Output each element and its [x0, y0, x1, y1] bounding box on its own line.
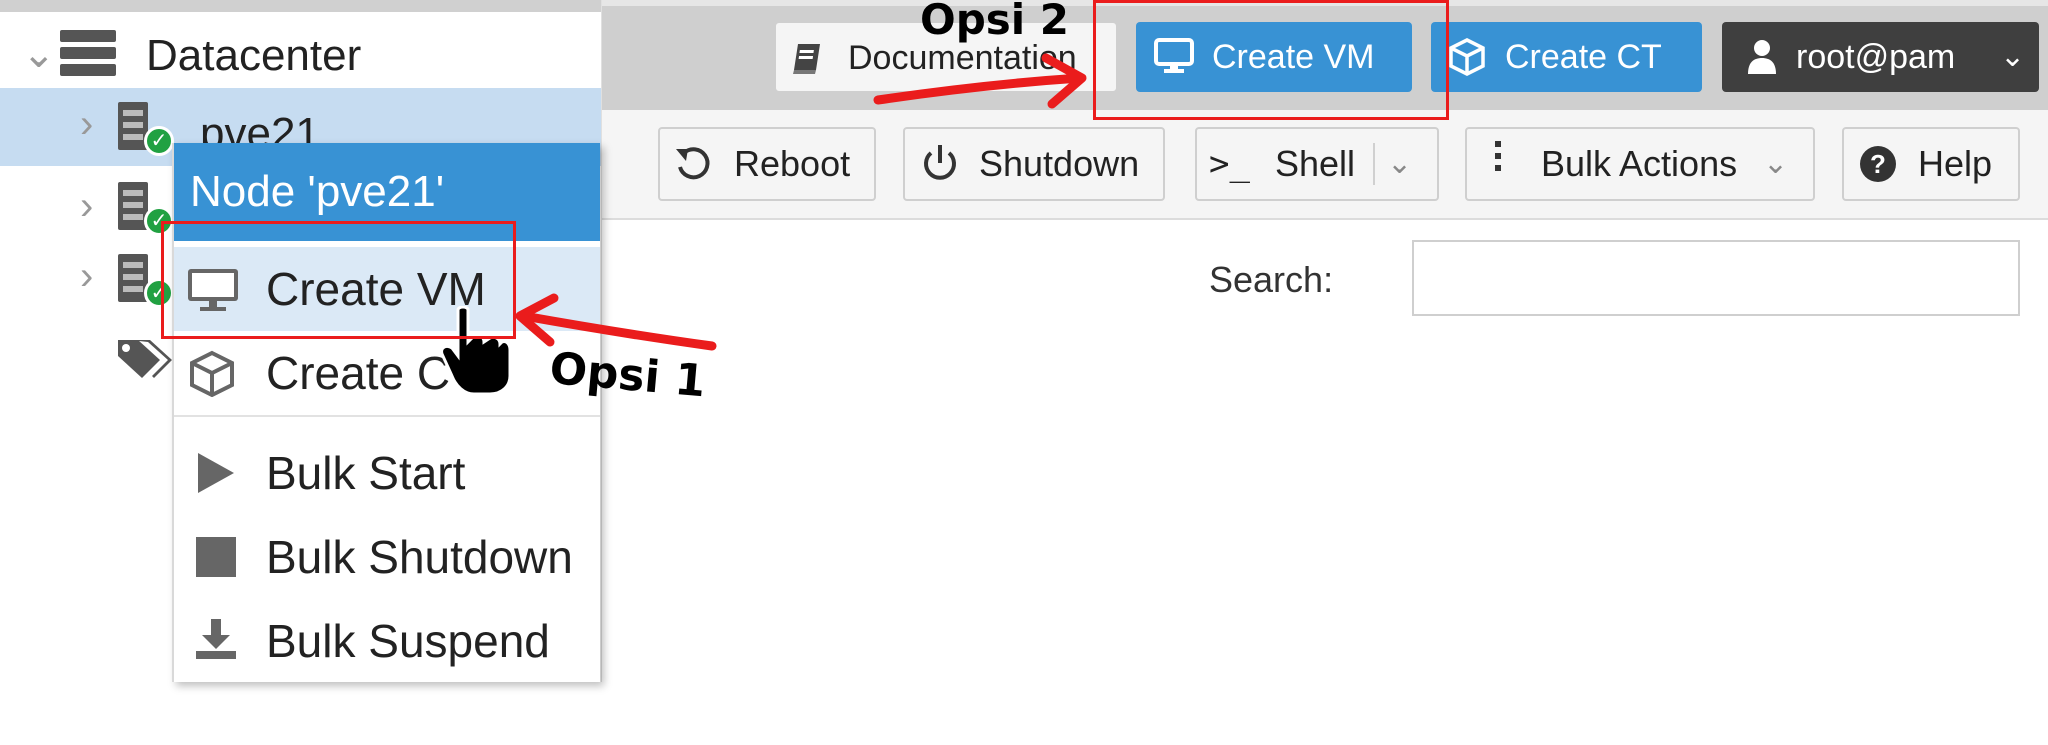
arrow-to-menu-create-vm	[515, 293, 717, 351]
arrow-to-header-create-vm	[873, 53, 1087, 109]
annotation-arrows	[515, 53, 1087, 351]
